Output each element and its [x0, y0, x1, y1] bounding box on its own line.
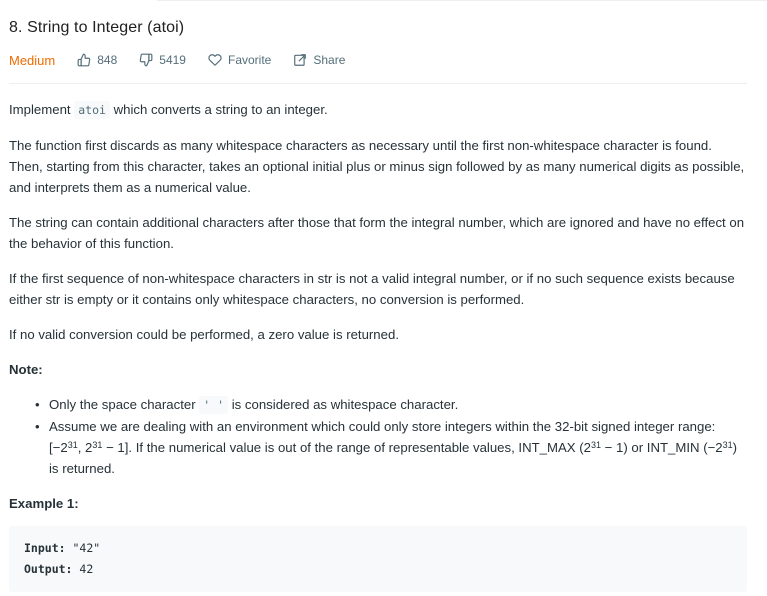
description-paragraph: Implement atoi which converts a string t…	[9, 101, 328, 119]
favorite-label: Favorite	[227, 53, 272, 67]
dislike-count: 5419	[159, 53, 186, 67]
dislike-button[interactable]: 5419	[139, 53, 186, 67]
heart-icon	[208, 54, 222, 66]
description-paragraph: If the first sequence of non-whitespace …	[9, 271, 735, 307]
list-item: Assume we are dealing with an environmen…	[35, 416, 747, 479]
favorite-button[interactable]: Favorite	[208, 53, 271, 67]
top-divider	[157, 0, 767, 1]
inline-code: ' '	[199, 396, 229, 414]
example-code-block: Input: "42" Output: 42	[9, 526, 747, 592]
note-list: Only the space character ' ' is consider…	[9, 394, 747, 479]
description-paragraph: The function first discards as many whit…	[9, 138, 745, 195]
list-item: Only the space character ' ' is consider…	[35, 394, 747, 416]
note-heading: Note:	[9, 362, 43, 377]
thumbs-down-icon	[140, 53, 153, 67]
share-label: Share	[313, 53, 346, 67]
header-divider	[9, 83, 747, 84]
example-heading: Example 1:	[9, 496, 79, 511]
inline-code: atoi	[74, 101, 110, 119]
problem-description: Implement atoi which converts a string t…	[9, 99, 747, 592]
thumbs-up-icon	[77, 53, 91, 67]
description-paragraph: The string can contain additional charac…	[9, 215, 745, 251]
share-icon	[294, 54, 307, 66]
like-button[interactable]: 848	[77, 53, 117, 67]
problem-title: 8. String to Integer (atoi)	[9, 19, 185, 36]
difficulty-badge: Medium	[9, 52, 56, 68]
share-button[interactable]: Share	[293, 53, 345, 67]
like-count: 848	[97, 53, 118, 67]
problem-meta-bar: Medium 848 5419 Favorite Share	[9, 51, 367, 69]
description-paragraph: If no valid conversion could be performe…	[9, 327, 399, 342]
